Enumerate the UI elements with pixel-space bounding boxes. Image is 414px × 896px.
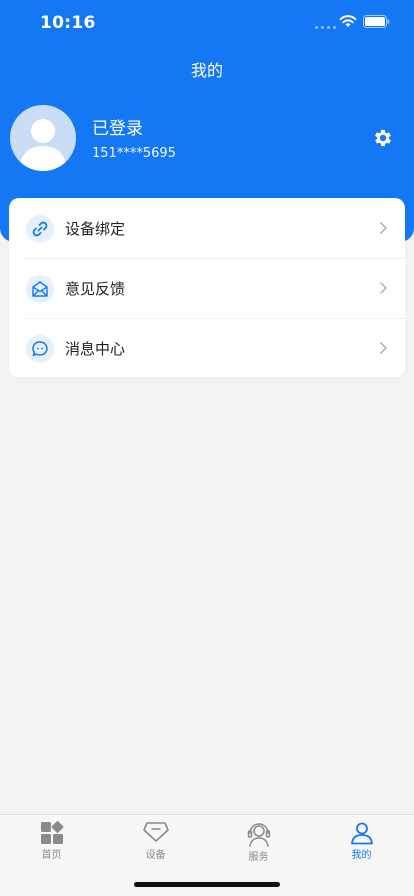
link-icon	[26, 215, 54, 243]
menu-card: 设备绑定 意见反馈 消息中心	[9, 198, 405, 377]
tab-home[interactable]: 首页	[0, 815, 103, 865]
profile-phone: 151****5695	[92, 146, 176, 161]
chevron-right-icon	[379, 341, 388, 355]
signal-icon	[315, 26, 336, 29]
grid-icon	[40, 821, 63, 844]
menu-item-message-center[interactable]: 消息中心	[9, 318, 405, 378]
status-bar: 10:16	[0, 0, 414, 46]
menu-item-device-binding[interactable]: 设备绑定	[9, 198, 405, 258]
menu-item-feedback[interactable]: 意见反馈	[9, 258, 405, 318]
tab-mine[interactable]: 我的	[310, 815, 413, 865]
default-avatar-icon	[19, 119, 67, 171]
menu-item-label: 意见反馈	[65, 280, 126, 298]
tab-label: 我的	[351, 850, 372, 861]
tab-label: 服务	[248, 852, 269, 863]
chat-bubble-icon	[26, 335, 54, 363]
chevron-right-icon	[379, 221, 388, 235]
tab-label: 设备	[145, 850, 166, 861]
tab-label: 首页	[41, 850, 62, 861]
battery-icon	[363, 15, 390, 28]
avatar[interactable]	[10, 105, 76, 171]
headset-icon	[247, 823, 270, 847]
page-title: 我的	[190, 61, 223, 80]
user-icon	[350, 822, 373, 845]
wifi-icon	[339, 15, 357, 27]
gear-icon[interactable]	[372, 127, 394, 149]
chevron-right-icon	[379, 281, 388, 295]
home-indicator	[134, 882, 280, 887]
menu-item-label: 设备绑定	[65, 220, 126, 238]
status-time: 10:16	[40, 13, 96, 33]
tab-device[interactable]: 设备	[104, 815, 207, 865]
tab-service[interactable]: 服务	[207, 815, 310, 865]
mail-icon	[26, 275, 54, 303]
device-icon	[142, 822, 169, 842]
menu-item-label: 消息中心	[65, 340, 126, 358]
profile-name: 已登录	[92, 119, 143, 139]
